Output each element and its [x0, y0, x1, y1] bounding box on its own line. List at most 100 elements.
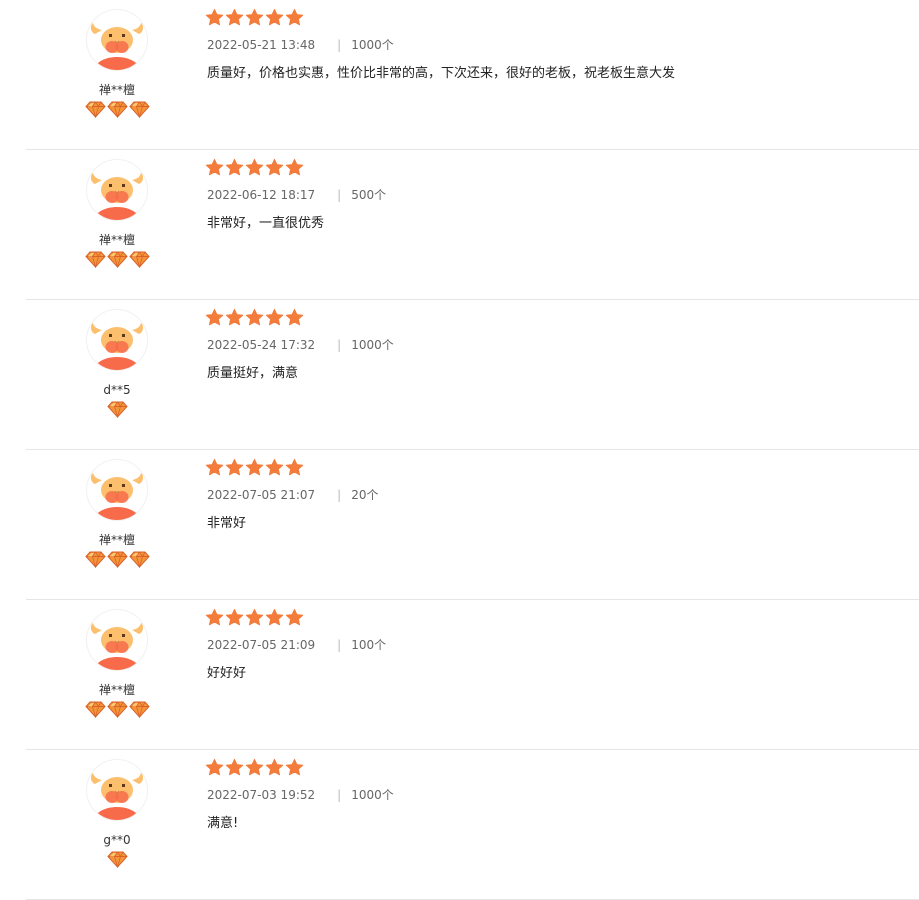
reviewer-name: 禅**檀 — [98, 533, 135, 547]
review-meta: 2022-07-05 21:07 | 20个 — [207, 487, 378, 503]
reviewer-name: 禅**檀 — [98, 83, 135, 97]
review-item: 禅**檀 2022-07-05 21:07 | 20个 非常好 — [0, 450, 919, 600]
buyer-level-badges — [57, 251, 177, 271]
bull-avatar-icon[interactable] — [87, 160, 147, 220]
star-icon — [245, 758, 264, 778]
star-icon — [205, 308, 224, 328]
star-icon — [285, 158, 304, 178]
star-icon — [205, 158, 224, 178]
diamond-icon — [128, 251, 150, 271]
meta-separator: | — [337, 188, 342, 202]
bull-avatar-icon[interactable] — [87, 760, 147, 820]
star-icon — [205, 608, 224, 628]
star-icon — [245, 308, 264, 328]
star-icon — [225, 758, 244, 778]
buyer-level-badges — [57, 101, 177, 121]
star-icon — [265, 608, 284, 628]
diamond-icon — [84, 701, 106, 721]
meta-separator: | — [337, 788, 342, 802]
review-content: 质量挺好，满意 — [207, 366, 299, 381]
star-icon — [225, 158, 244, 178]
meta-separator: | — [337, 38, 342, 52]
reviewer-name: d**5 — [103, 383, 131, 397]
review-content: 满意! — [207, 816, 239, 831]
bull-avatar-icon[interactable] — [87, 10, 147, 70]
diamond-icon — [106, 851, 128, 871]
buyer-level-badges — [57, 851, 177, 871]
purchase-quantity: 1000个 — [351, 338, 394, 352]
review-item: 禅**檀 2022-07-05 21:09 | 100个 好好好 — [0, 600, 919, 750]
review-date: 2022-07-05 21:09 — [207, 638, 316, 652]
star-icon — [245, 158, 264, 178]
review-meta: 2022-06-12 18:17 | 500个 — [207, 187, 386, 203]
rating-stars — [205, 158, 304, 178]
reviewer-name: g**0 — [103, 833, 131, 847]
star-icon — [265, 158, 284, 178]
diamond-icon — [106, 401, 128, 421]
diamond-icon — [106, 701, 128, 721]
star-icon — [225, 308, 244, 328]
review-item: d**5 2022-05-24 17:32 | 1000个 质量挺好，满意 — [0, 300, 919, 450]
star-icon — [285, 758, 304, 778]
review-item: g**0 2022-07-03 19:52 | 1000个 满意! — [0, 750, 919, 900]
star-icon — [225, 608, 244, 628]
star-icon — [265, 758, 284, 778]
diamond-icon — [128, 701, 150, 721]
star-icon — [265, 308, 284, 328]
review-meta: 2022-05-21 13:48 | 1000个 — [207, 37, 394, 53]
rating-stars — [205, 8, 304, 28]
star-icon — [205, 8, 224, 28]
review-item: 禅**檀 2022-06-12 18:17 | 500个 非常好，一直很优秀 — [0, 150, 919, 300]
review-content: 好好好 — [207, 666, 247, 681]
purchase-quantity: 1000个 — [351, 38, 394, 52]
star-icon — [285, 608, 304, 628]
review-content: 质量好，价格也实惠，性价比非常的高，下次还来，很好的老板，祝老板生意大发 — [207, 66, 676, 81]
rating-stars — [205, 458, 304, 478]
purchase-quantity: 1000个 — [351, 788, 394, 802]
bull-avatar-icon[interactable] — [87, 460, 147, 520]
star-icon — [245, 458, 264, 478]
diamond-icon — [106, 101, 128, 121]
star-icon — [205, 458, 224, 478]
star-icon — [285, 308, 304, 328]
diamond-icon — [84, 551, 106, 571]
meta-separator: | — [337, 488, 342, 502]
review-date: 2022-05-24 17:32 — [207, 338, 316, 352]
diamond-icon — [84, 251, 106, 271]
star-icon — [265, 8, 284, 28]
diamond-icon — [128, 101, 150, 121]
review-meta: 2022-07-03 19:52 | 1000个 — [207, 787, 394, 803]
reviewer-name: 禅**檀 — [98, 233, 135, 247]
purchase-quantity: 500个 — [351, 188, 387, 202]
buyer-level-badges — [57, 701, 177, 721]
review-date: 2022-05-21 13:48 — [207, 38, 316, 52]
rating-stars — [205, 308, 304, 328]
bull-avatar-icon[interactable] — [87, 310, 147, 370]
rating-stars — [205, 608, 304, 628]
rating-stars — [205, 758, 304, 778]
star-icon — [265, 458, 284, 478]
star-icon — [285, 458, 304, 478]
star-icon — [285, 8, 304, 28]
diamond-icon — [128, 551, 150, 571]
star-icon — [245, 608, 264, 628]
meta-separator: | — [337, 338, 342, 352]
purchase-quantity: 100个 — [351, 638, 387, 652]
review-date: 2022-06-12 18:17 — [207, 188, 316, 202]
star-icon — [225, 458, 244, 478]
review-content: 非常好，一直很优秀 — [207, 216, 325, 231]
purchase-quantity: 20个 — [351, 488, 379, 502]
review-meta: 2022-07-05 21:09 | 100个 — [207, 637, 386, 653]
star-icon — [245, 8, 264, 28]
review-date: 2022-07-05 21:07 — [207, 488, 316, 502]
review-content: 非常好 — [207, 516, 247, 531]
review-meta: 2022-05-24 17:32 | 1000个 — [207, 337, 394, 353]
buyer-level-badges — [57, 401, 177, 421]
star-icon — [225, 8, 244, 28]
bull-avatar-icon[interactable] — [87, 610, 147, 670]
meta-separator: | — [337, 638, 342, 652]
star-icon — [205, 758, 224, 778]
buyer-level-badges — [57, 551, 177, 571]
diamond-icon — [106, 251, 128, 271]
diamond-icon — [106, 551, 128, 571]
